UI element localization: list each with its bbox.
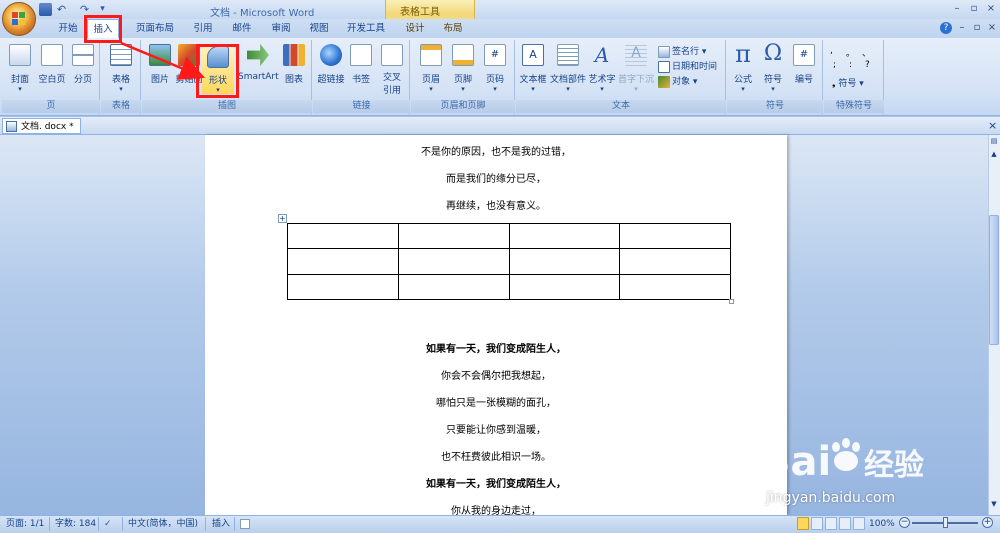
baidu-bai-text: Bai (760, 439, 831, 485)
office-logo-icon (12, 12, 26, 26)
baidu-jingyan-text: 经验 (864, 448, 924, 483)
watermark-url: jingyan.baidu.com (766, 490, 896, 506)
office-button[interactable] (2, 2, 36, 36)
